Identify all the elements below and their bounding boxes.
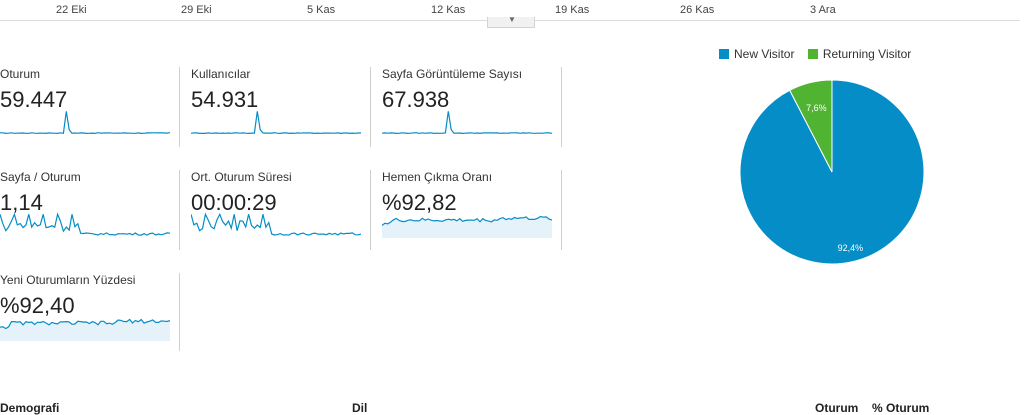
sparkline-line <box>191 212 361 236</box>
metric-label: Sayfa / Oturum <box>0 170 81 184</box>
tile-separator <box>370 170 371 250</box>
legend-item-returning[interactable]: Returning Visitor <box>807 47 912 61</box>
legend-swatch <box>807 49 818 59</box>
metric-label: Sayfa Görüntüleme Sayısı <box>382 67 523 81</box>
tile-separator <box>179 170 180 250</box>
legend-label: New Visitor <box>734 47 795 61</box>
visitor-pie-chart: 92,4% 7,6% <box>739 79 925 265</box>
sparkline <box>382 111 552 135</box>
tile-separator <box>179 273 180 351</box>
section-heading-dil: Dil <box>352 401 368 415</box>
tile-separator <box>179 67 180 147</box>
tile-separator <box>561 170 562 250</box>
legend-item-new[interactable]: New Visitor <box>719 47 794 61</box>
sparkline-line <box>191 111 361 135</box>
pie-legend: New Visitor Returning Visitor <box>719 47 921 61</box>
axis-label: 19 Kas <box>555 4 590 16</box>
metric-sayfa-goruntuleme[interactable]: Sayfa Görüntüleme Sayısı 67.938 <box>382 67 560 147</box>
metric-sayfa-oturum[interactable]: Sayfa / Oturum 1,14 <box>0 170 178 250</box>
sparkline-line <box>0 212 170 236</box>
metric-label: Ort. Oturum Süresi <box>191 170 292 184</box>
sparkline <box>191 212 361 236</box>
metric-label: Kullanıcılar <box>191 67 251 81</box>
sparkline <box>382 215 552 238</box>
metric-hemen-cikma[interactable]: Hemen Çıkma Oranı %92,82 <box>382 170 560 250</box>
sparkline <box>0 318 170 341</box>
axis-label: 22 Eki <box>56 4 87 16</box>
tile-separator <box>370 67 371 147</box>
sparkline <box>191 111 361 135</box>
metric-yeni-oturum-yuzdesi[interactable]: Yeni Oturumların Yüzdesi %92,40 <box>0 273 178 353</box>
collapse-chart-button[interactable]: ▼ <box>487 15 535 28</box>
axis-label: 12 Kas <box>431 4 466 16</box>
axis-label: 5 Kas <box>307 4 336 16</box>
axis-label: 29 Eki <box>181 4 212 16</box>
legend-swatch <box>719 49 729 59</box>
pie-slice-label: 92,4% <box>838 243 864 253</box>
column-header-oturum-pct: % Oturum <box>872 401 930 415</box>
metric-label: Oturum <box>0 67 41 81</box>
metric-kullanicilar[interactable]: Kullanıcılar 54.931 <box>191 67 369 147</box>
column-header-oturum: Oturum <box>815 401 859 415</box>
axis-label: 26 Kas <box>680 4 715 16</box>
metric-oturum[interactable]: Oturum 59.447 <box>0 67 178 147</box>
sparkline <box>0 212 170 236</box>
metric-ort-oturum-suresi[interactable]: Ort. Oturum Süresi 00:00:29 <box>191 170 369 250</box>
sparkline <box>0 111 170 135</box>
axis-label: 3 Ara <box>810 4 836 16</box>
legend-label: Returning Visitor <box>822 47 912 61</box>
metric-label: Yeni Oturumların Yüzdesi <box>0 273 136 287</box>
tile-separator <box>561 67 562 147</box>
sparkline-line <box>382 111 552 135</box>
section-heading-demografi: Demografi <box>0 401 60 415</box>
metric-label: Hemen Çıkma Oranı <box>382 170 493 184</box>
chevron-down-icon: ▼ <box>508 15 516 24</box>
sparkline-line <box>0 111 170 135</box>
pie-slice-label: 7,6% <box>806 103 827 113</box>
